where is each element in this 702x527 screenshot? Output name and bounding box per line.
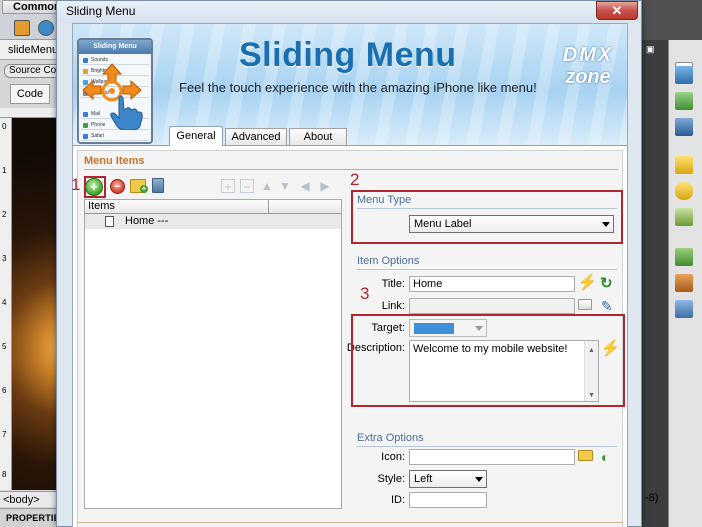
host-snippets-icon[interactable] — [675, 300, 693, 318]
host-image-icon[interactable] — [675, 92, 693, 110]
host-right-header: ▣ ◀◀ — [640, 0, 702, 54]
title-label: Title: — [381, 278, 405, 290]
items-column-header-blank — [269, 200, 341, 214]
logo-text: DMX — [562, 44, 614, 66]
extra-options-heading: Extra Options — [357, 432, 424, 444]
collapse-disabled-icon[interactable]: − — [240, 179, 254, 194]
id-input[interactable] — [409, 492, 487, 508]
expand-disabled-icon[interactable]: + — [221, 179, 235, 194]
remove-item-button[interactable]: − — [110, 179, 125, 194]
host-behavior-icon[interactable] — [675, 182, 693, 200]
logo-text: zone — [565, 66, 611, 88]
general-tab-panel: Menu Items + − + + − ▲ ▼ ◀ ▶ Items Home … — [71, 150, 625, 527]
link-label: Link: — [381, 300, 405, 312]
extension-banner: Sliding Menu Feel the touch experience w… — [73, 24, 627, 146]
sliding-menu-dialog: Sliding Menu ✕ Sliding Menu Feel the tou… — [56, 0, 642, 527]
tab-advanced[interactable]: Advanced — [225, 128, 287, 146]
title-input[interactable]: Home — [409, 276, 575, 292]
dialog-titlebar[interactable]: Sliding Menu ✕ — [57, 1, 641, 23]
close-button[interactable]: ✕ — [596, 1, 638, 20]
move-right-disabled-icon[interactable]: ▶ — [318, 179, 332, 193]
chevron-down-icon — [475, 477, 483, 482]
section-divider — [357, 269, 617, 270]
annotation-number-1: 1 — [71, 175, 81, 194]
host-sitemap-icon[interactable] — [675, 248, 693, 266]
tab-strip-divider — [73, 145, 627, 146]
host-server-icon[interactable] — [675, 208, 693, 226]
ruler-mark: 2 — [2, 210, 7, 219]
annotation-box-1 — [84, 176, 106, 198]
host-globe-icon[interactable] — [38, 20, 54, 36]
ruler-mark: 1 — [2, 166, 7, 175]
banner-title: Sliding Menu — [239, 36, 457, 74]
lightning-bolt-icon[interactable]: ⚡ — [578, 275, 597, 291]
phone-header: Sliding Menu — [79, 40, 151, 54]
dmxzone-logo: DMX zone — [559, 44, 617, 92]
move-left-disabled-icon[interactable]: ◀ — [298, 179, 312, 193]
annotation-number-3: 3 — [360, 284, 370, 303]
icon-label: Icon: — [381, 451, 405, 463]
browse-folder-icon[interactable] — [578, 299, 592, 310]
host-ruler-left: 0 1 2 3 4 5 6 7 8 — [0, 118, 12, 490]
phone-row: Safari — [81, 132, 149, 141]
annotation-box-2 — [351, 190, 623, 244]
dialog-bottom-divider — [77, 522, 623, 523]
image-picker-icon[interactable]: ◐ — [601, 449, 617, 465]
icon-input[interactable] — [409, 449, 575, 465]
dialog-title: Sliding Menu — [66, 4, 136, 18]
move-up-disabled-icon[interactable]: ▲ — [260, 179, 274, 193]
host-common-tab[interactable]: Common — [2, 0, 64, 14]
tab-general[interactable]: General — [169, 126, 223, 146]
host-panel-icon[interactable] — [675, 66, 693, 84]
id-label: ID: — [390, 494, 405, 506]
tree-item-home[interactable]: Home --- — [85, 214, 341, 229]
item-options-heading: Item Options — [357, 255, 420, 267]
move-down-disabled-icon[interactable]: ▼ — [278, 179, 292, 193]
menu-items-heading: Menu Items — [84, 155, 145, 167]
section-divider — [357, 446, 617, 447]
style-select[interactable]: Left — [409, 470, 487, 488]
annotation-number-2: 2 — [350, 170, 360, 189]
trash-icon[interactable] — [152, 178, 164, 193]
touch-hand-icon — [110, 95, 143, 130]
link-input[interactable] — [409, 298, 575, 314]
style-value: Left — [414, 473, 433, 485]
browse-folder-icon[interactable] — [578, 450, 593, 461]
tree-item-label: Home --- — [125, 215, 169, 227]
ruler-mark: 7 — [2, 430, 7, 439]
menu-items-tree[interactable]: Items Home --- — [84, 199, 342, 509]
host-panel-restore-icon[interactable]: ▣ — [646, 44, 655, 55]
ruler-mark: 8 — [2, 470, 7, 479]
host-right-strip — [640, 0, 668, 527]
host-assets-icon[interactable] — [675, 274, 693, 292]
folder-plus-icon: + — [140, 184, 148, 193]
ruler-mark: 3 — [2, 254, 7, 263]
banner-tagline: Feel the touch experience with the amazi… — [179, 80, 537, 95]
style-label: Style: — [377, 473, 405, 485]
ruler-mark: 0 — [2, 122, 7, 131]
dialog-content: Sliding Menu Feel the touch experience w… — [71, 23, 628, 527]
host-inspect-icon[interactable] — [675, 118, 693, 136]
host-code-button[interactable]: Code — [10, 84, 50, 104]
annotation-box-3 — [351, 314, 625, 407]
ruler-mark: 6 — [2, 386, 7, 395]
paperclip-icon[interactable]: ✎ — [601, 298, 617, 314]
ruler-mark: 5 — [2, 342, 7, 351]
items-column-header[interactable]: Items — [85, 200, 269, 214]
host-database-icon[interactable] — [675, 156, 693, 174]
host-status-fragment: -8) — [645, 492, 659, 504]
page-icon — [105, 216, 114, 227]
ruler-mark: 4 — [2, 298, 7, 307]
refresh-icon[interactable]: ↻ — [600, 276, 616, 292]
tab-about[interactable]: About — [289, 128, 347, 146]
host-insert-icon[interactable] — [14, 20, 30, 36]
